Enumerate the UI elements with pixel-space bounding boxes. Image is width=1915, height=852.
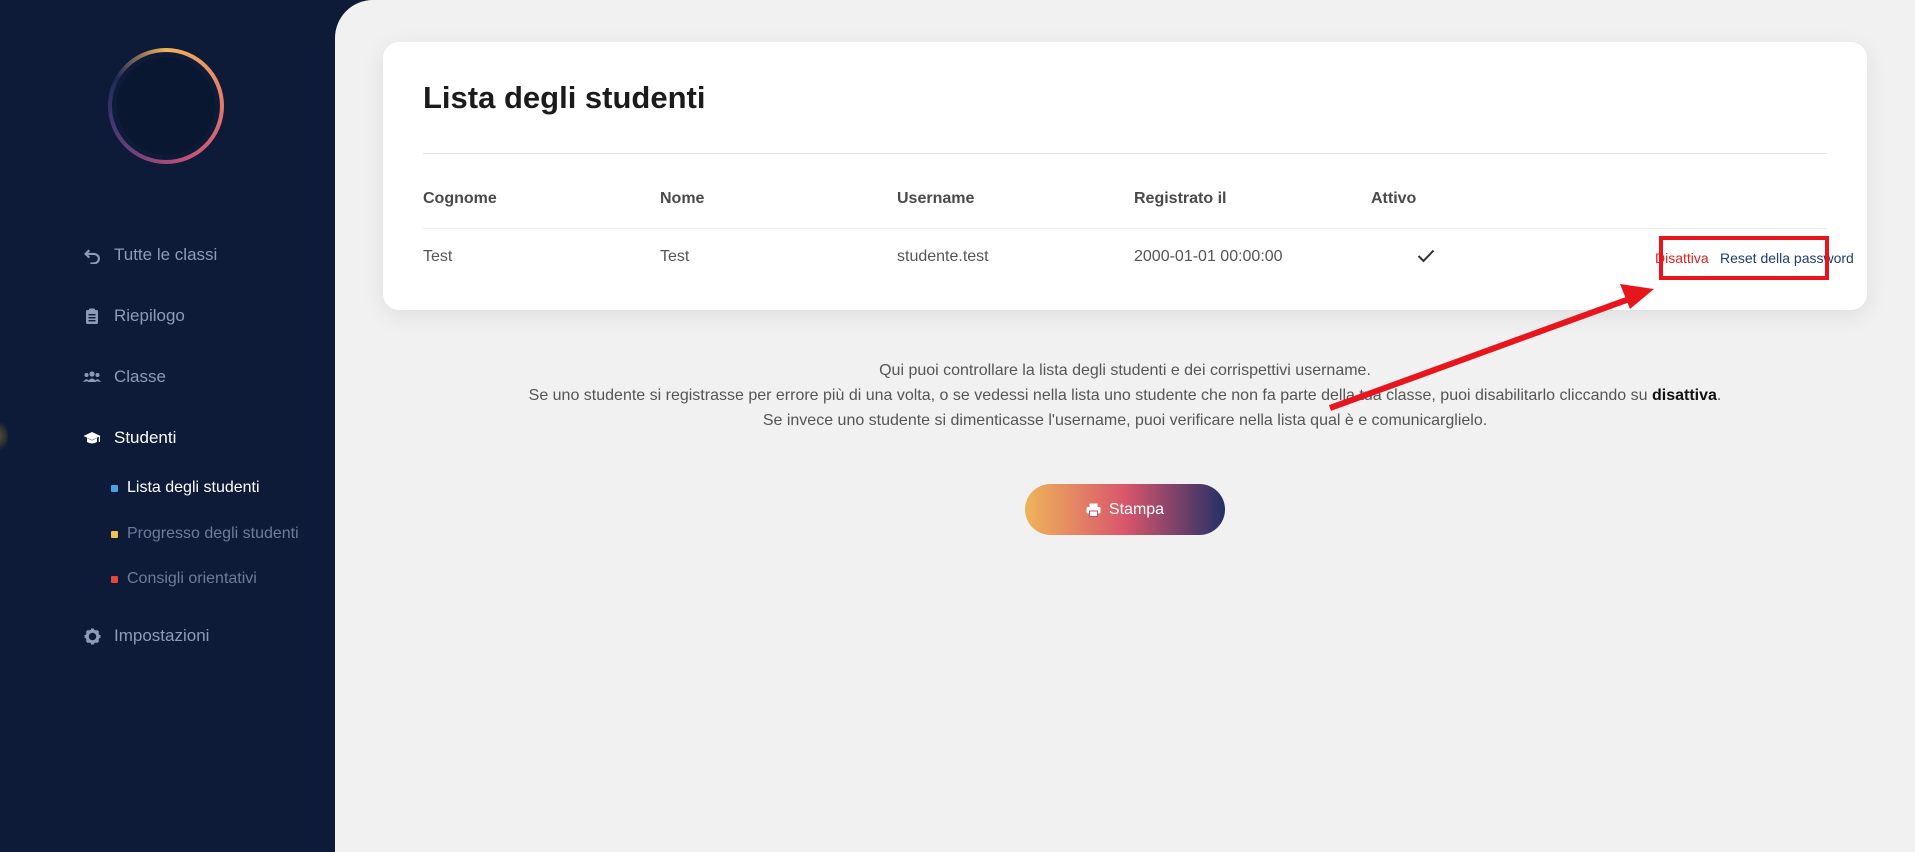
- subnav-label: Consigli orientativi: [127, 570, 257, 587]
- column-header-registrato-il: Registrato il: [1134, 190, 1227, 207]
- graduation-cap-icon: [82, 428, 102, 448]
- check-icon: [1417, 249, 1435, 268]
- print-button-label: Stampa: [1108, 500, 1165, 518]
- nav-label: Studenti: [114, 428, 177, 447]
- undo-icon: [82, 245, 102, 265]
- nav-item-tutte-le-classi[interactable]: Tutte le classi: [82, 243, 217, 267]
- nav-item-riepilogo[interactable]: Riepilogo: [82, 304, 185, 328]
- bullet-icon: [111, 575, 118, 583]
- subnav-label: Lista degli studenti: [127, 479, 260, 496]
- gear-icon: [82, 626, 102, 646]
- nav-item-impostazioni[interactable]: Impostazioni: [82, 624, 209, 648]
- info-emphasis: disattiva: [1651, 387, 1717, 404]
- print-button[interactable]: Stampa: [1025, 484, 1225, 535]
- clipboard-icon: [82, 306, 102, 326]
- info-line-1: Qui puoi controllare la lista degli stud…: [879, 362, 1371, 379]
- bullet-icon: [111, 484, 118, 492]
- divider: [423, 153, 1827, 154]
- bullet-icon: [111, 530, 118, 538]
- sidebar: Tutte le classi Riepilogo Classe Student…: [0, 0, 335, 852]
- info-line-2: Se uno studente si registrasse per error…: [528, 387, 1722, 404]
- users-icon: [82, 367, 102, 387]
- printer-icon: [1086, 503, 1101, 517]
- column-header-username: Username: [897, 190, 975, 207]
- subnav-item-progresso-degli-studenti[interactable]: Progresso degli studenti: [111, 523, 299, 545]
- nav-label: Riepilogo: [114, 306, 185, 325]
- nav-label: Classe: [114, 367, 166, 386]
- column-header-nome: Nome: [660, 190, 705, 207]
- info-line-3: Se invece uno studente si dimenticasse l…: [762, 412, 1488, 429]
- cell-registrato-il: 2000-01-01 00:00:00: [1134, 248, 1283, 265]
- row-divider: [423, 228, 1827, 229]
- column-header-attivo: Attivo: [1371, 190, 1417, 207]
- info-text: Qui puoi controllare la lista degli stud…: [335, 358, 1915, 433]
- column-header-cognome: Cognome: [423, 190, 497, 207]
- glow-decoration: [0, 418, 8, 454]
- nav-item-studenti[interactable]: Studenti: [82, 426, 176, 450]
- students-card: Lista degli studenti Cognome Nome Userna…: [383, 42, 1867, 310]
- nav-item-classe[interactable]: Classe: [82, 365, 166, 389]
- subnav-item-lista-degli-studenti[interactable]: Lista degli studenti: [111, 477, 260, 499]
- cell-nome: Test: [660, 248, 690, 265]
- cell-cognome: Test: [423, 248, 453, 265]
- nav-label: Impostazioni: [114, 626, 210, 645]
- annotation-highlight-box: [1659, 236, 1829, 280]
- page-title: Lista degli studenti: [423, 80, 706, 115]
- nav-label: Tutte le classi: [114, 245, 218, 264]
- subnav-label: Progresso degli studenti: [127, 525, 299, 542]
- subnav-item-consigli-orientativi[interactable]: Consigli orientativi: [111, 568, 257, 590]
- cell-username: studente.test: [897, 248, 989, 265]
